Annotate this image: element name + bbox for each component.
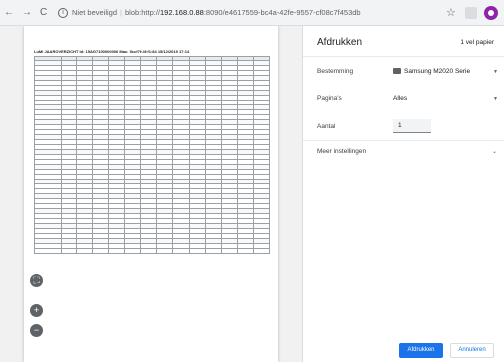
fit-to-page-button[interactable]: ⛶ — [30, 274, 43, 287]
back-button[interactable]: ← — [4, 7, 14, 19]
extension-icon[interactable] — [465, 7, 477, 19]
dropdown-caret-icon: ▼ — [493, 96, 498, 102]
chevron-down-icon: ⌄ — [491, 149, 497, 155]
destination-value: Samsung M2020 Serie — [404, 68, 471, 75]
panel-title: Afdrukken — [317, 37, 363, 48]
address-bar[interactable]: Niet beveiligd | blob:http://192.168.0.88:… — [72, 7, 361, 19]
preview-table-cell — [60, 247, 78, 254]
preview-table-cell — [188, 247, 206, 254]
preview-table-cell — [76, 247, 94, 254]
preview-table-cell — [204, 247, 222, 254]
profile-avatar-icon[interactable] — [484, 6, 498, 20]
zoom-in-button[interactable]: + — [30, 304, 43, 317]
destination-select[interactable]: Samsung M2020 Serie ▼ — [393, 65, 501, 79]
copies-input[interactable] — [393, 119, 431, 133]
preview-table-row — [34, 247, 271, 254]
more-settings-label: Meer instellingen — [317, 148, 367, 155]
preview-page-title: LuMi JAAROVERZICHT Id: 15AG7100000006 Ma… — [34, 49, 190, 54]
preview-table-cell — [156, 247, 174, 254]
url-prefix: blob:http:// — [124, 8, 161, 17]
sheet-count: 1 vel papier — [460, 39, 494, 46]
preview-table-cell — [108, 247, 126, 254]
preview-table-cell — [34, 247, 62, 254]
dropdown-caret-icon: ▼ — [493, 69, 498, 75]
reload-button[interactable]: C — [40, 7, 47, 19]
preview-table-cell — [220, 247, 238, 254]
more-settings-toggle[interactable]: Meer instellingen ⌄ — [317, 148, 497, 156]
preview-table-cell — [252, 247, 271, 254]
preview-table-cell — [124, 247, 142, 254]
print-button[interactable]: Afdrukken — [399, 343, 443, 358]
destination-label: Bestemming — [317, 68, 354, 75]
cancel-button[interactable]: Annuleren — [450, 343, 494, 358]
preview-table-cell — [172, 247, 190, 254]
print-preview-area[interactable]: LuMi JAAROVERZICHT Id: 15AG7100000006 Ma… — [0, 26, 302, 362]
preview-table-cell — [236, 247, 254, 254]
security-text: Niet beveiligd — [72, 8, 118, 17]
url-host: 192.168.0.88 — [160, 8, 204, 17]
preview-table-cell — [140, 247, 158, 254]
url-separator: | — [120, 8, 122, 17]
pages-select[interactable]: Alles ▼ — [393, 92, 501, 106]
forward-button[interactable]: → — [22, 7, 32, 19]
pages-label: Pagina's — [317, 95, 342, 102]
print-settings-panel: Afdrukken 1 vel papier Bestemming Samsun… — [302, 26, 504, 362]
browser-toolbar: ← → C i Niet beveiligd | blob:http://192.1… — [0, 0, 504, 26]
zoom-out-button[interactable]: − — [30, 324, 43, 337]
bookmark-star-icon[interactable]: ☆ — [446, 6, 456, 19]
copies-label: Aantal — [317, 123, 336, 130]
preview-table-cell — [92, 247, 110, 254]
divider — [303, 56, 504, 57]
preview-page: LuMi JAAROVERZICHT Id: 15AG7100000006 Ma… — [24, 26, 278, 362]
printer-icon — [393, 68, 401, 74]
url-path: :8090/e4617559-bc4a-42fe-9557-cf08c7f453… — [203, 8, 361, 17]
preview-table — [34, 56, 271, 254]
divider — [303, 140, 504, 141]
info-icon[interactable]: i — [58, 8, 68, 18]
pages-value: Alles — [393, 95, 408, 102]
